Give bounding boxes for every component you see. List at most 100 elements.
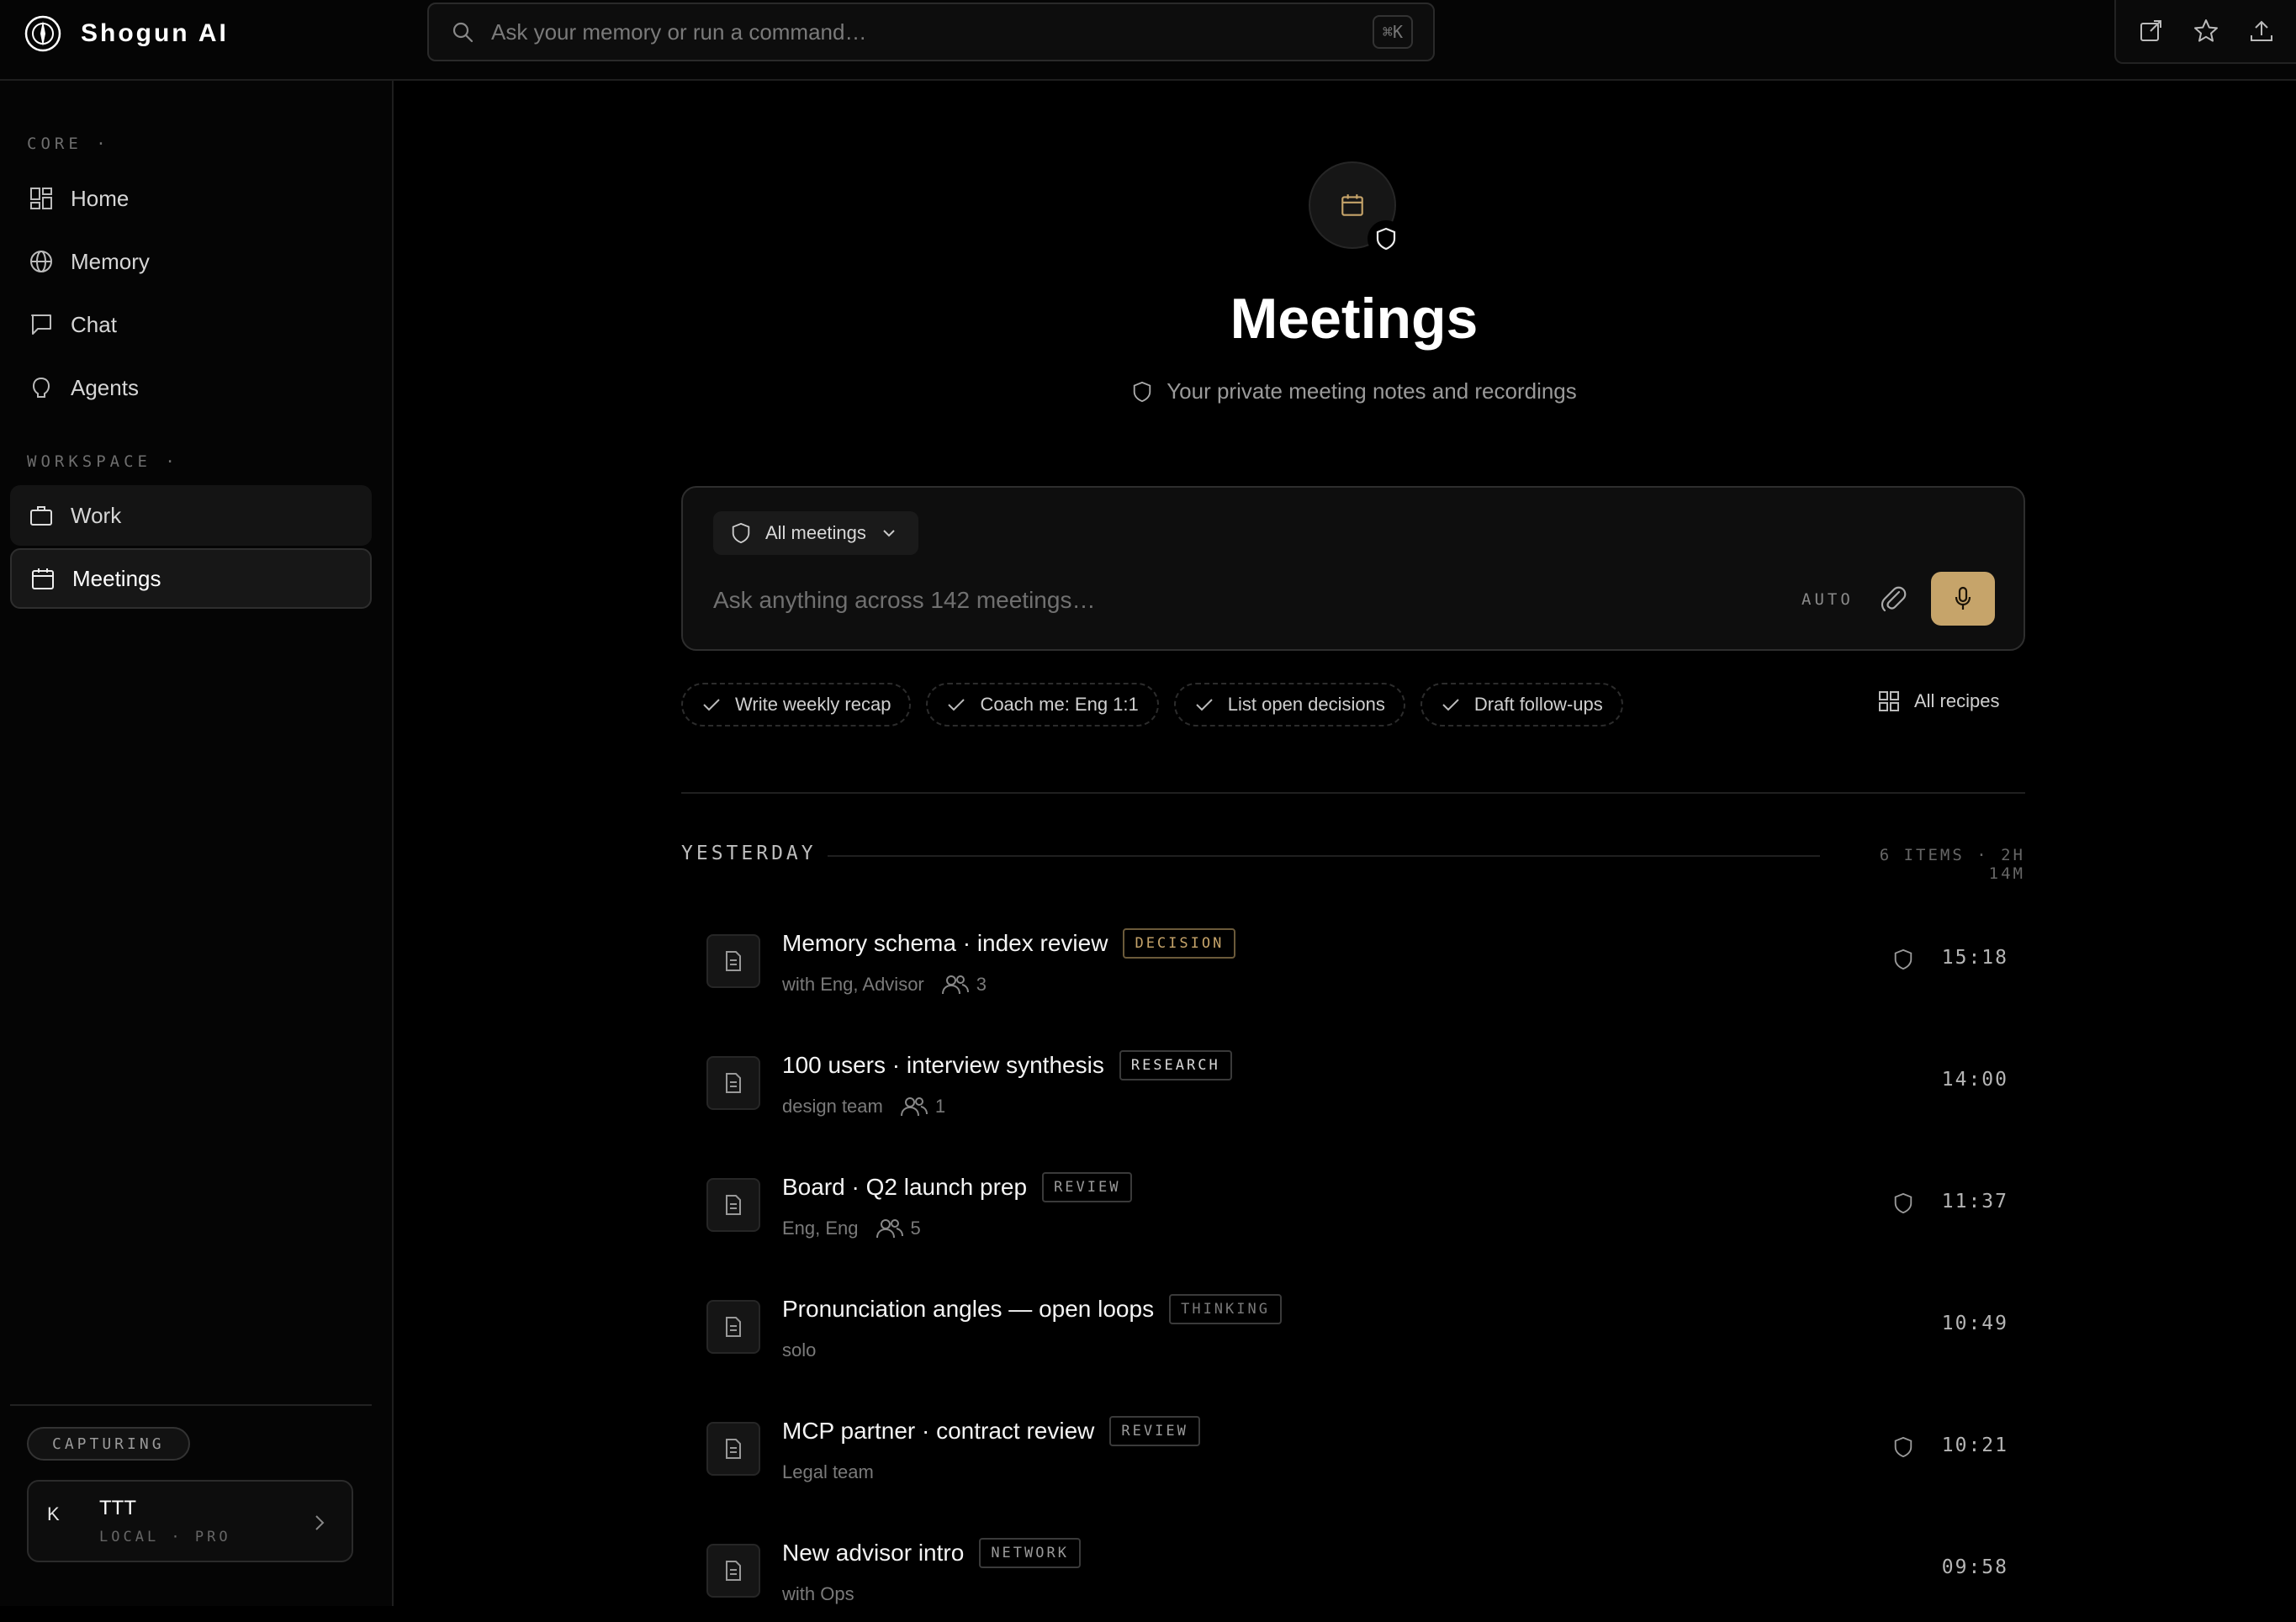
status-badge: CAPTURING — [27, 1427, 190, 1461]
upload-icon[interactable] — [2249, 18, 2274, 44]
meeting-title-line: Memory schema · index review DECISION — [782, 928, 1236, 959]
star-icon[interactable] — [2193, 18, 2219, 45]
sidebar-item-work[interactable]: Work — [10, 485, 372, 546]
top-bar: Shogun AI Ask your memory or run a comma… — [0, 0, 2296, 81]
meeting-row[interactable]: Board · Q2 launch prep REVIEW Eng, Eng 5 11:… — [681, 1147, 2025, 1256]
meeting-subline: with Ops — [782, 1583, 854, 1605]
microphone-icon — [1951, 585, 1975, 612]
meeting-title: New advisor intro — [782, 1540, 965, 1566]
open-external-icon[interactable] — [2138, 18, 2163, 44]
document-icon — [706, 1422, 760, 1476]
user-card[interactable]: K TTT LOCAL · PRO — [27, 1480, 353, 1562]
agent-icon — [29, 375, 54, 400]
meeting-title: Board · Q2 launch prep — [782, 1174, 1028, 1200]
meeting-time: 15:18 — [1941, 947, 2008, 969]
sidebar-item-label: Work — [71, 502, 122, 528]
section-label-workspace: WORKSPACE · — [27, 452, 179, 471]
calendar-icon — [1339, 192, 1366, 219]
calendar-icon — [30, 566, 56, 591]
meeting-tag: NETWORK — [979, 1538, 1081, 1568]
people-count: 5 — [876, 1218, 921, 1239]
meeting-subline: Legal team — [782, 1461, 874, 1483]
people-count: 1 — [900, 1096, 945, 1117]
shield-icon — [1892, 1434, 1914, 1460]
scope-dropdown[interactable]: All meetings — [713, 511, 918, 555]
check-icon — [1441, 696, 1461, 713]
meeting-subline: with Eng, Advisor 3 — [782, 974, 987, 996]
meeting-subline: Eng, Eng 5 — [782, 1218, 921, 1239]
shield-icon — [730, 520, 752, 546]
sidebar-item-label: Chat — [71, 311, 117, 337]
check-icon — [701, 696, 722, 713]
divider — [681, 792, 2025, 794]
logo-icon — [24, 14, 62, 53]
paperclip-icon[interactable] — [1879, 584, 1907, 614]
meeting-participants: design team — [782, 1096, 883, 1117]
document-icon — [706, 1300, 760, 1354]
sidebar-item-home[interactable]: Home — [10, 168, 372, 229]
meeting-subline: design team 1 — [782, 1096, 945, 1117]
sidebar-item-chat[interactable]: Chat — [10, 294, 372, 355]
meeting-tag: DECISION — [1123, 928, 1236, 959]
search-input[interactable]: Ask your memory or run a command… — [491, 19, 1373, 45]
meeting-participants: solo — [782, 1339, 817, 1360]
meeting-tag: REVIEW — [1042, 1172, 1133, 1202]
sidebar-item-agents[interactable]: Agents — [10, 357, 372, 418]
check-icon — [1194, 696, 1214, 713]
sidebar-item-label: Agents — [71, 374, 139, 400]
recipe-chip-open-decisions[interactable]: List open decisions — [1173, 683, 1405, 726]
document-icon — [706, 1178, 760, 1232]
shield-icon — [1374, 226, 1398, 251]
meeting-row[interactable]: MCP partner · contract review REVIEW Legal… — [681, 1391, 2025, 1500]
recipe-chip-weekly-recap[interactable]: Write weekly recap — [681, 683, 912, 726]
meeting-time: 09:58 — [1941, 1556, 2008, 1578]
people-icon — [941, 974, 970, 996]
avatar: K — [47, 1503, 60, 1524]
sidebar-item-label: Meetings — [72, 565, 161, 591]
meeting-tag: REVIEW — [1109, 1416, 1200, 1446]
meeting-title: Pronunciation angles — open loops — [782, 1296, 1155, 1322]
meeting-subline: solo — [782, 1339, 816, 1361]
meeting-tag: THINKING — [1169, 1294, 1282, 1324]
people-count: 3 — [941, 974, 987, 996]
command-search[interactable]: Ask your memory or run a command… ⌘K — [427, 3, 1435, 61]
meeting-participants: with Ops — [782, 1583, 854, 1604]
top-actions — [2114, 0, 2296, 64]
meeting-title-line: Board · Q2 launch prep REVIEW — [782, 1172, 1133, 1202]
meeting-time: 11:37 — [1941, 1191, 2008, 1213]
sidebar-item-label: Memory — [71, 248, 150, 274]
subtitle-text: Your private meeting notes and recording… — [1167, 378, 1577, 404]
page-subtitle: Your private meeting notes and recording… — [1009, 378, 1699, 404]
meeting-time: 10:49 — [1941, 1313, 2008, 1334]
meeting-row[interactable]: Pronunciation angles — open loops THINKIN… — [681, 1269, 2025, 1378]
meeting-time: 14:00 — [1941, 1069, 2008, 1091]
chevron-down-icon — [880, 524, 898, 542]
ask-input[interactable]: Ask anything across 142 meetings… — [713, 587, 1095, 614]
group-label: YESTERDAY — [681, 843, 817, 864]
group-rule — [828, 855, 1820, 857]
document-icon — [706, 1544, 760, 1598]
chat-icon — [29, 312, 54, 337]
meeting-row[interactable]: 100 users · interview synthesis RESEARCH d… — [681, 1025, 2025, 1134]
all-recipes-link[interactable]: All recipes — [1877, 689, 1999, 713]
user-plan: LOCAL · PRO — [99, 1529, 231, 1545]
recipe-chip-coach[interactable]: Coach me: Eng 1:1 — [926, 683, 1159, 726]
mode-toggle[interactable]: AUTO — [1801, 590, 1854, 609]
user-name: TTT — [99, 1497, 136, 1519]
brand[interactable]: Shogun AI — [24, 12, 229, 55]
sidebar-item-meetings[interactable]: Meetings — [10, 548, 372, 609]
sidebar-item-label: Home — [71, 185, 130, 211]
grid-icon — [1877, 689, 1901, 713]
recipe-chip-follow-ups[interactable]: Draft follow-ups — [1420, 683, 1623, 726]
people-icon — [876, 1218, 904, 1239]
shield-icon — [1892, 1191, 1914, 1216]
mic-button[interactable] — [1931, 572, 1995, 626]
sidebar-item-memory[interactable]: Memory — [10, 231, 372, 292]
recipe-chips: Write weekly recap Coach me: Eng 1:1 Lis… — [681, 683, 1623, 726]
meeting-row[interactable]: Memory schema · index review DECISION with… — [681, 903, 2025, 1012]
ask-composer: All meetings Ask anything across 142 mee… — [681, 486, 2025, 651]
app-name: Shogun AI — [81, 19, 229, 47]
check-icon — [946, 696, 966, 713]
globe-icon — [29, 249, 54, 274]
meeting-title: Memory schema · index review — [782, 930, 1108, 956]
